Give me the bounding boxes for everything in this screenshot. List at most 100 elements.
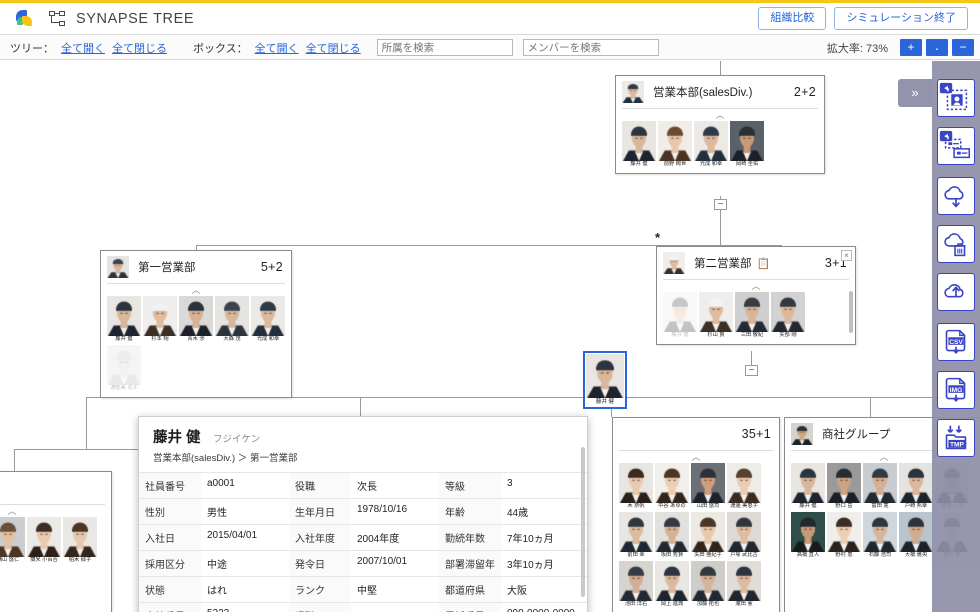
- box-collapse-caret[interactable]: ︿: [101, 284, 291, 296]
- end-simulation-button[interactable]: シミュレーション終了: [834, 6, 968, 31]
- box-collapse-caret[interactable]: ︿: [657, 280, 855, 292]
- avatar: [619, 512, 653, 552]
- member-card[interactable]: 前田 幸: [619, 512, 653, 559]
- org-box-sales-div[interactable]: 営業本部(salesDiv.) 2+2 ︿ 藤井 健 前野 絢世 光成 和幸 岡崎 圭…: [615, 75, 825, 174]
- zoom-out-button[interactable]: −: [952, 39, 974, 56]
- member-card[interactable]: 野村 恵: [827, 512, 861, 559]
- cloud-delete-icon[interactable]: [937, 225, 975, 263]
- member-card[interactable]: 池田 洋右: [619, 561, 653, 608]
- close-icon[interactable]: ×: [841, 250, 852, 261]
- member-card[interactable]: 坂田 秀賢: [655, 512, 689, 559]
- member-card[interactable]: 高橋 直人: [791, 512, 825, 559]
- member-card[interactable]: 富田 寛: [863, 463, 897, 510]
- detail-value: 3: [501, 472, 587, 499]
- org-box-second-sales[interactable]: × 第二営業部 📋 3+1 ︿ 藤井 健 杉山 賢 三田 敬紀 矢部 剛: [656, 246, 856, 345]
- member-card[interactable]: 藤井 健: [791, 463, 825, 510]
- undo-box-icon[interactable]: [937, 127, 975, 165]
- detail-value: 中途: [201, 550, 289, 577]
- tree-collapse-all-link[interactable]: 全て閉じる: [112, 40, 167, 56]
- member-card[interactable]: 加藤 拓也: [691, 561, 725, 608]
- member-card[interactable]: 渡部美 花子: [107, 345, 141, 392]
- member-card[interactable]: 藤井 健: [107, 296, 141, 343]
- undo-member-icon[interactable]: [937, 79, 975, 117]
- img-download-icon[interactable]: IMG: [937, 371, 975, 409]
- member-search-input[interactable]: [522, 39, 659, 56]
- tmp-save-icon[interactable]: TMP: [937, 419, 975, 457]
- org-box-header[interactable]: 営業本部(salesDiv.) 2+2: [616, 76, 824, 108]
- member-card[interactable]: 横山 悠仁: [0, 517, 25, 564]
- member-detail-popup[interactable]: 藤井 健 フジイケン 営業本部(salesDiv.) ＞ 第一営業部 社員番号 a…: [138, 416, 588, 612]
- box-collapse-all-link[interactable]: 全て閉じる: [306, 40, 361, 56]
- org-box-header[interactable]: 第二営業部 📋 3+1: [657, 247, 855, 279]
- box-collapse-caret[interactable]: ︿: [616, 109, 824, 121]
- avatar: [827, 512, 861, 552]
- org-tree-icon: [48, 10, 66, 27]
- zoom-in-button[interactable]: +: [900, 39, 922, 56]
- member-name: 木 奈帆: [627, 503, 645, 509]
- compare-organizations-button[interactable]: 組織比較: [758, 6, 827, 31]
- member-name: 藤井 健: [799, 503, 817, 509]
- member-card[interactable]: 岡崎 圭佑: [730, 121, 764, 168]
- member-card[interactable]: 中谷 あゆの: [655, 463, 689, 510]
- member-card[interactable]: 藤井 健: [622, 121, 656, 168]
- org-box-header[interactable]: ループ: [0, 472, 111, 504]
- member-card[interactable]: 青木 渉: [179, 296, 213, 343]
- org-box-member-count: 2+2: [793, 85, 816, 99]
- member-name: 大橋 雅央: [904, 552, 928, 558]
- member-list-scrollbar[interactable]: [849, 291, 853, 333]
- member-card[interactable]: 大森 茂: [215, 296, 249, 343]
- org-box-first-sales[interactable]: 第一営業部 5+2 ︿ 藤井 健 杉本 翔 青木 渉 大森 茂 光成 和幸渡部美 花子: [100, 250, 292, 398]
- member-card[interactable]: 山田 悠司: [691, 463, 725, 510]
- member-card[interactable]: 杉山 賢: [699, 292, 733, 339]
- org-box-group-35[interactable]: 35+1 ︿ 木 奈帆 中谷 あゆの 山田 悠司 渡邊 美恵子前田 幸 坂田 秀賢 矢田 …: [612, 417, 780, 612]
- cloud-delete-glyph: [944, 233, 966, 257]
- tree-expand-all-link[interactable]: 全て開く: [61, 40, 105, 56]
- collapse-toggle-second-sales[interactable]: −: [745, 365, 758, 376]
- detail-value: [351, 602, 439, 612]
- box-expand-all-link[interactable]: 全て開く: [255, 40, 299, 56]
- member-card[interactable]: 渡邊 美恵子: [727, 463, 761, 510]
- avatar: [251, 296, 285, 336]
- member-card[interactable]: 杉本 翔: [143, 296, 177, 343]
- member-card[interactable]: 大橋 雅央: [899, 512, 933, 559]
- member-card[interactable]: 岡上 進典: [655, 561, 689, 608]
- selected-member-card[interactable]: 藤井 健: [583, 351, 627, 409]
- popup-scrollbar[interactable]: [581, 447, 585, 597]
- org-box-header[interactable]: 第一営業部 5+2: [101, 251, 291, 283]
- member-name: 光成 和幸: [256, 336, 280, 342]
- table-row: 内線番号5222退職日 電話番号090-0000-0000: [139, 602, 587, 612]
- collapse-toggle-sales-div[interactable]: −: [714, 199, 727, 210]
- member-card[interactable]: 前野 絢世: [658, 121, 692, 168]
- member-card[interactable]: 矢部 剛: [771, 292, 805, 339]
- member-card[interactable]: 光成 和幸: [251, 296, 285, 343]
- svg-text:IMG: IMG: [950, 387, 963, 394]
- member-card[interactable]: 木 奈帆: [619, 463, 653, 510]
- header-actions: 組織比較 シミュレーション終了: [758, 6, 968, 31]
- avatar: [655, 561, 689, 601]
- csv-download-icon[interactable]: CSV: [937, 323, 975, 361]
- member-card[interactable]: 石藤 浩司: [863, 512, 897, 559]
- clipboard-icon[interactable]: 📋: [757, 257, 771, 270]
- cloud-download-icon[interactable]: [937, 177, 975, 215]
- cloud-upload-icon[interactable]: [937, 273, 975, 311]
- member-card[interactable]: 瀧田 憲: [727, 561, 761, 608]
- member-card[interactable]: 戸塚 武比古: [727, 512, 761, 559]
- rail-collapse-button[interactable]: »: [898, 79, 932, 107]
- member-card[interactable]: 光成 和幸: [694, 121, 728, 168]
- member-card[interactable]: 戸崎 邦幸: [899, 463, 933, 510]
- member-card[interactable]: 矢田 亜紀子: [691, 512, 725, 559]
- zoom-reset-button[interactable]: ·: [926, 39, 948, 56]
- member-name: 簡米 小百合: [30, 557, 58, 563]
- member-card[interactable]: 柏木 緑子: [63, 517, 97, 564]
- box-collapse-caret[interactable]: ︿: [613, 451, 779, 463]
- member-card[interactable]: 藤井 健: [663, 292, 697, 339]
- member-card[interactable]: 簡米 小百合: [27, 517, 61, 564]
- table-row: 性別 男性 生年月日 1978/10/16 年齢 44歳: [139, 498, 587, 525]
- department-search-input[interactable]: [376, 39, 513, 56]
- box-collapse-caret[interactable]: ︿: [0, 505, 111, 517]
- org-box-left-group[interactable]: ループ ︿ 野 朗明永岡 淳横山 悠仁簡米 小百合柏木 緑子: [0, 471, 112, 612]
- member-card[interactable]: 野口 岳: [827, 463, 861, 510]
- org-box-header[interactable]: 35+1: [613, 418, 779, 450]
- member-card[interactable]: 三田 敬紀: [735, 292, 769, 339]
- org-chart-canvas[interactable]: − − 営業本部(salesDiv.) 2+2 ︿ 藤井 健前野 絢世 光成 和幸…: [0, 61, 980, 612]
